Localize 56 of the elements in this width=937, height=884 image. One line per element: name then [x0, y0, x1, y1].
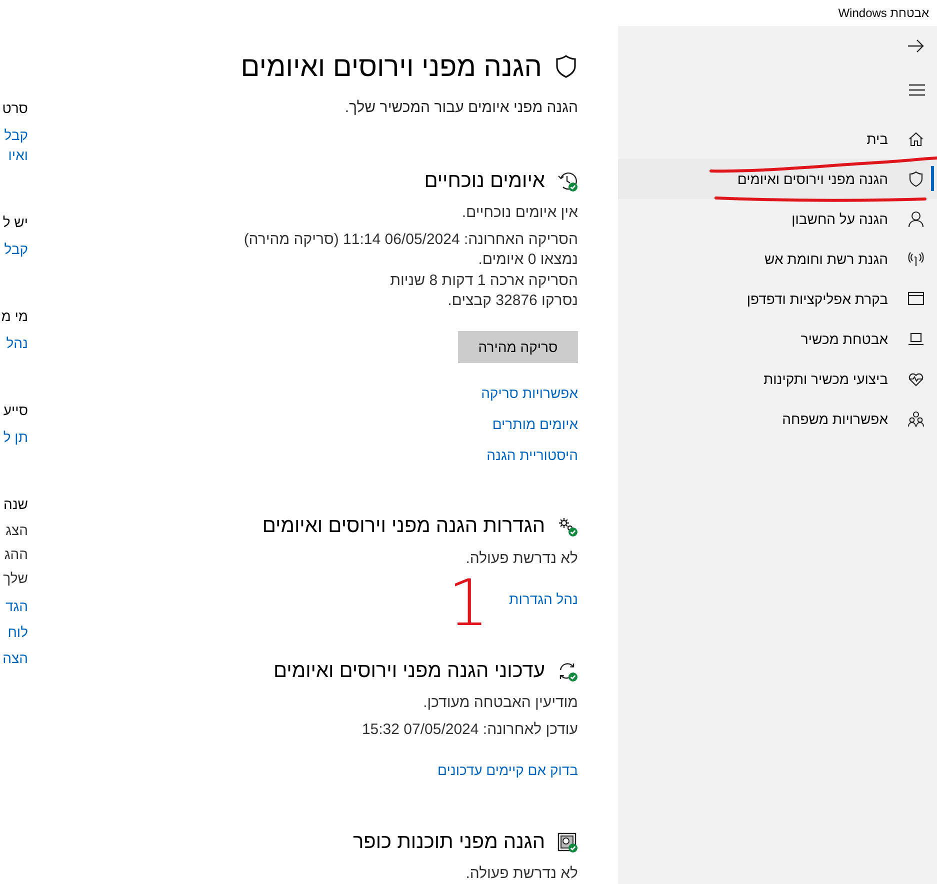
handwritten-note: 1 — [448, 568, 489, 640]
status-text: לא נדרשת פעולה. — [464, 864, 578, 884]
sidebar-item[interactable]: הגנה על החשבון — [618, 199, 937, 239]
section-heading: יש ל — [2, 213, 28, 232]
person-icon — [908, 210, 924, 228]
link[interactable]: היסטוריית הגנה — [486, 444, 578, 466]
section-heading: איומים נוכחיים — [424, 170, 545, 192]
link[interactable]: קבל ואיו — [4, 125, 28, 165]
status-text: לא נדרשת פעולה. — [464, 548, 578, 568]
link[interactable]: נהל — [6, 333, 28, 353]
section-heading: סרט — [2, 99, 28, 118]
link[interactable]: תן ל — [3, 427, 28, 447]
sidebar-item[interactable]: בית — [618, 119, 937, 159]
refresh-check-icon — [557, 660, 578, 682]
quick-scan-button[interactable]: סריקה מהירה — [458, 330, 578, 362]
sidebar-item[interactable]: אפשרויות משפחה — [618, 399, 937, 439]
link[interactable]: איומים מותרים — [492, 414, 578, 434]
sidebar-item[interactable]: הגנה מפני וירוסים ואיומים — [618, 159, 937, 199]
people-icon — [908, 410, 924, 428]
section-heading: סייע — [3, 401, 28, 420]
menu-icon — [909, 84, 925, 96]
status-text: הסריקה האחרונה: 06/05/2024 11:14 (סריקה מהירה) נמצאו 0 איומים. הסריקה ארכה 1 דקות 8 שניות נסרקו 32876 קבצים. — [242, 230, 578, 311]
shield-icon — [908, 170, 924, 188]
status-text: אין איומים נוכחיים. — [460, 203, 578, 223]
clock-check-icon — [557, 170, 578, 192]
sidebar-item[interactable]: הגנת רשת וחומת אש — [618, 239, 937, 279]
description-text: הצג ההג שלך — [3, 521, 28, 588]
arrow-icon — [907, 38, 925, 54]
link[interactable]: קבל — [4, 239, 28, 259]
sidebar-item[interactable]: אבטחת מכשיר — [618, 319, 937, 359]
link[interactable]: הצה — [2, 648, 28, 668]
status-text: עודכן לאחרונה: 07/05/2024 15:32 — [360, 720, 578, 740]
section-heading: הגדרות הגנה מפני וירוסים ואיומים — [262, 515, 545, 538]
sidebar-item[interactable]: ביצועי מכשיר ותקינות — [618, 359, 937, 399]
section-heading: שנה — [3, 495, 28, 514]
section-heading: עדכוני הגנה מפני וירוסים ואיומים — [273, 660, 545, 682]
link[interactable]: הגד — [5, 596, 28, 616]
antenna-icon — [908, 250, 924, 268]
shield-icon — [554, 54, 578, 80]
gears-check-icon — [557, 516, 578, 537]
sidebar-item[interactable]: בקרת אפליקציות ודפדפן — [618, 279, 937, 319]
page-subtitle: הגנה מפני איומים עבור המכשיר שלך. — [344, 98, 578, 118]
link[interactable]: בדוק אם קיימים עדכונים — [438, 760, 578, 781]
link[interactable]: אפשרויות סריקה — [481, 382, 578, 404]
section-heading: הגנה מפני תוכנות כופר — [352, 830, 545, 854]
link[interactable]: לוח — [8, 622, 28, 642]
section-heading: מי מ — [1, 307, 28, 326]
link[interactable]: נהל הגדרות — [509, 589, 578, 610]
page-title: הגנה מפני וירוסים ואיומים — [240, 50, 542, 84]
heart-pulse-icon — [908, 370, 924, 388]
home-icon — [908, 130, 924, 148]
browser-window-icon — [908, 290, 924, 308]
laptop-icon — [908, 330, 924, 348]
status-text: מודיעין האבטחה מעודכן. — [422, 693, 578, 713]
window-title: אבטחת Windows — [838, 6, 929, 20]
vault-check-icon — [557, 832, 578, 852]
